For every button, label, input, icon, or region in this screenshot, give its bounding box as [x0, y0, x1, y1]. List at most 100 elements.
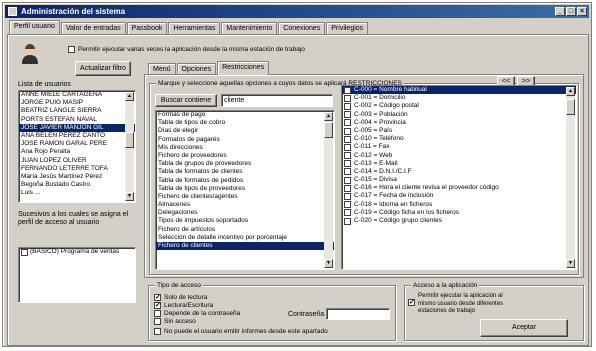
acceso-checkbox[interactable] — [154, 318, 161, 325]
list-item[interactable]: Tabla de grupos de proveedores — [156, 160, 334, 168]
list-item[interactable]: C-012 = Web — [342, 152, 576, 160]
list-item[interactable]: C-019 = Código ficha en los ficheros — [342, 209, 576, 217]
fields-list[interactable]: C-000 = Nombre habitual C-001 = Domicilio… — [341, 85, 577, 270]
list-item[interactable]: Tabla de tipos de proveedores — [156, 185, 334, 193]
aplicacion-checkbox[interactable] — [408, 298, 415, 307]
list-item[interactable]: FERNANDO LETERRE TOFA — [19, 165, 135, 173]
field-checkbox[interactable] — [344, 176, 351, 184]
list-item[interactable]: Almacenes — [156, 201, 334, 209]
acceso-checkbox[interactable] — [154, 310, 161, 317]
list-item[interactable]: C-013 = E-Mail — [342, 160, 576, 168]
list-item[interactable]: Fichero de artículos — [156, 226, 334, 234]
tab-passbook[interactable]: Passbook — [126, 22, 168, 34]
accept-button[interactable]: Aceptar — [480, 319, 568, 337]
tables-scrollbar[interactable]: ▲ ▼ — [324, 112, 333, 268]
list-item[interactable]: Luis ... — [19, 189, 135, 197]
scroll-thumb[interactable] — [125, 132, 134, 148]
search-button[interactable]: Buscar contiene — [155, 94, 217, 107]
aplicacion-option[interactable]: Permitir ejecutar la aplicación al mismo… — [408, 293, 518, 316]
list-item[interactable]: C-010 = Teléfono — [342, 135, 576, 143]
list-item[interactable]: JUAN LOPEZ OLIVER — [19, 157, 135, 165]
tab-mantenimiento[interactable]: Mantenimiento — [221, 22, 278, 34]
list-item[interactable]: Tabla de tipos de cobro — [156, 119, 334, 127]
list-item[interactable]: C-004 = Provincia — [342, 119, 576, 127]
acceso-checkbox[interactable] — [154, 301, 161, 310]
list-item[interactable]: C-011 = Fax — [342, 143, 576, 151]
list-item[interactable]: Fichero de clientes/agentes — [156, 193, 334, 201]
field-checkbox[interactable] — [344, 94, 351, 102]
scroll-up-icon[interactable]: ▲ — [324, 112, 333, 121]
list-item[interactable]: PORTS ESTEFAN NAVAL — [19, 116, 135, 124]
tab-privilegios[interactable]: Privilegios — [326, 22, 369, 34]
list-item[interactable]: JORGE PUIG MASIP — [19, 99, 135, 107]
allow-multi-session-checkbox[interactable] — [68, 46, 75, 53]
list-item[interactable]: Días de elegir — [156, 127, 334, 135]
scroll-up-icon[interactable]: ▲ — [566, 87, 575, 96]
list-item[interactable]: María Jesús Martínez Pérez — [19, 173, 135, 181]
field-checkbox[interactable] — [344, 152, 351, 160]
tab-valor-entradas[interactable]: Valor de entradas — [60, 22, 126, 34]
scroll-up-icon[interactable]: ▲ — [125, 92, 134, 101]
list-item[interactable]: C-020 = Código grupo clientes — [342, 217, 576, 225]
field-checkbox[interactable] — [344, 86, 351, 94]
list-item[interactable]: C-000 = Nombre habitual — [342, 86, 576, 95]
list-item[interactable]: C-003 = Población — [342, 111, 576, 119]
tab-restricciones[interactable]: Restricciones — [217, 61, 270, 75]
close-button[interactable]: × — [577, 7, 587, 16]
field-checkbox[interactable] — [344, 111, 351, 119]
list-item[interactable]: Tabla de formatos de clientes — [156, 168, 334, 176]
list-item[interactable]: Selección de detalle incentivo por porce… — [156, 234, 334, 242]
allow-multi-session-option[interactable]: Permitir ejecutar varias veces la aplica… — [68, 45, 305, 54]
list-item[interactable]: C-002 = Código postal — [342, 102, 576, 110]
scroll-down-icon[interactable]: ▼ — [125, 192, 134, 201]
list-item[interactable]: C-001 = Domicilio — [342, 94, 576, 102]
users-scrollbar[interactable]: ▲ ▼ — [125, 92, 134, 201]
perfiles-list[interactable]: (BASICO) Programa de ventas — [18, 247, 136, 303]
list-item[interactable]: C-017 = Fecha de inclusión — [342, 192, 576, 201]
acceso-option[interactable]: No puede el usuario emitir informes desd… — [154, 327, 328, 336]
scroll-down-icon[interactable]: ▼ — [566, 259, 575, 268]
list-item[interactable]: Tabla de formatos de pedidos — [156, 177, 334, 185]
list-item[interactable]: C-015 = Divisa — [342, 176, 576, 184]
field-checkbox[interactable] — [344, 201, 351, 209]
list-item[interactable]: Mis direcciones — [156, 144, 334, 152]
acceso-checkbox[interactable] — [154, 328, 161, 335]
list-item[interactable]: C-005 = País — [342, 127, 576, 135]
scroll-down-icon[interactable]: ▼ — [324, 259, 333, 268]
field-checkbox[interactable] — [344, 184, 351, 192]
list-item[interactable]: C-016 = Hora el cliente revisa el provee… — [342, 184, 576, 192]
field-checkbox[interactable] — [344, 102, 351, 110]
field-checkbox[interactable] — [344, 217, 351, 225]
list-item[interactable]: JOSE JAVIER MANJON GIL — [19, 123, 135, 132]
perfil-checkbox[interactable] — [21, 248, 28, 256]
list-item[interactable]: Begoña Bustado Castro — [19, 181, 135, 189]
list-item[interactable]: Ana Rojo Peralta — [19, 148, 135, 156]
list-item[interactable]: C-018 = Idioma en ficheros — [342, 201, 576, 209]
search-input[interactable]: cliente — [221, 94, 333, 107]
list-item[interactable]: JOSE RAMON GARAL PERE — [19, 140, 135, 148]
fields-scrollbar[interactable]: ▲ ▼ — [566, 87, 575, 268]
password-input[interactable] — [326, 308, 390, 320]
tab-herramientas[interactable]: Herramientas — [168, 22, 221, 34]
list-item[interactable]: ANNE MIELE CARTAGENA — [19, 91, 135, 99]
list-item[interactable]: ANA BELEN PEREZ CANTO — [19, 132, 135, 140]
field-checkbox[interactable] — [344, 193, 351, 201]
field-checkbox[interactable] — [344, 119, 351, 127]
list-item[interactable]: Tipos de impuestos soportados — [156, 217, 334, 225]
list-item[interactable]: Fichero de proveedores — [156, 152, 334, 160]
field-checkbox[interactable] — [344, 209, 351, 217]
list-item[interactable]: Delegaciones — [156, 209, 334, 217]
users-list[interactable]: ANNE MIELE CARTAGENA JORGE PUIG MASIP BEAT… — [18, 90, 136, 203]
field-checkbox[interactable] — [344, 168, 351, 176]
list-item[interactable]: Formatos de pagarés — [156, 136, 334, 144]
field-checkbox[interactable] — [344, 143, 351, 151]
scroll-thumb[interactable] — [566, 99, 575, 115]
tab-perfil-usuario[interactable]: Perfil usuario — [9, 20, 60, 34]
acceso-option[interactable]: Sin acceso — [154, 317, 196, 326]
field-checkbox[interactable] — [344, 127, 351, 135]
scroll-thumb[interactable] — [324, 122, 333, 138]
minimize-button[interactable]: _ — [555, 7, 565, 16]
list-item[interactable]: BEATRIZ LANGLE SIERRA — [19, 107, 135, 115]
list-item[interactable]: Fichero de clientes — [156, 242, 334, 251]
list-item[interactable]: (BASICO) Programa de ventas — [19, 248, 135, 256]
